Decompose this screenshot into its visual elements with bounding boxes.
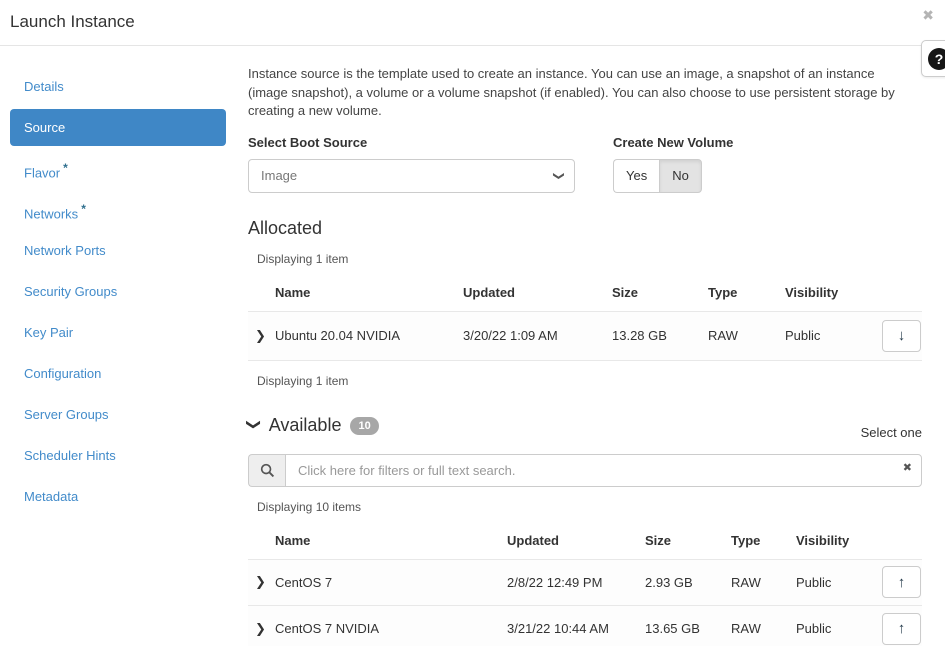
expand-chevron-icon[interactable]: ❯ — [248, 621, 275, 637]
image-visibility: Public — [796, 621, 870, 636]
image-name: Ubuntu 20.04 NVIDIA — [275, 328, 463, 343]
arrow-up-icon: ↑ — [898, 574, 906, 591]
page-title: Launch Instance — [10, 12, 135, 32]
allocated-count: Displaying 1 item — [257, 252, 922, 266]
sidebar-item-network-ports[interactable]: Network Ports — [0, 230, 240, 271]
image-updated: 2/8/22 12:49 PM — [507, 575, 645, 590]
allocate-button[interactable]: ↑ — [882, 613, 921, 645]
search-icon — [248, 454, 285, 487]
search-input[interactable] — [285, 454, 922, 487]
clear-search-icon[interactable]: ✖ — [903, 463, 912, 474]
image-size: 2.93 GB — [645, 575, 731, 590]
required-asterisk: * — [81, 202, 86, 216]
image-type: RAW — [731, 621, 796, 636]
help-icon: ? — [928, 48, 945, 70]
allocated-footer-count: Displaying 1 item — [257, 374, 922, 388]
col-type: Type — [708, 285, 785, 304]
image-name: CentOS 7 — [275, 575, 507, 590]
col-size: Size — [645, 533, 731, 552]
sidebar-item-flavor[interactable]: Flavor* — [0, 148, 240, 189]
source-step-panel: Instance source is the template used to … — [240, 46, 937, 646]
col-size: Size — [612, 285, 708, 304]
expand-chevron-icon[interactable]: ❯ — [248, 328, 275, 344]
table-header: Name Updated Size Type Visibility — [248, 278, 922, 311]
wizard-sidebar: Details Source Flavor* Networks* Network… — [0, 46, 240, 646]
source-description: Instance source is the template used to … — [248, 65, 908, 121]
select-one-hint: Select one — [861, 425, 922, 440]
boot-source-value: Image — [261, 168, 297, 183]
table-row: ❯ CentOS 7 2/8/22 12:49 PM 2.93 GB RAW P… — [248, 559, 922, 606]
boot-source-label: Select Boot Source — [248, 135, 575, 150]
col-type: Type — [731, 533, 796, 552]
col-visibility: Visibility — [785, 285, 870, 304]
table-header: Name Updated Size Type Visibility — [248, 526, 922, 559]
col-updated: Updated — [507, 533, 645, 552]
image-type: RAW — [731, 575, 796, 590]
available-count-badge: 10 — [350, 417, 378, 435]
sidebar-item-key-pair[interactable]: Key Pair — [0, 312, 240, 353]
create-volume-toggle: Yes No — [613, 159, 702, 193]
collapse-chevron-icon[interactable]: ❯ — [245, 418, 262, 430]
col-name: Name — [275, 533, 507, 552]
col-updated: Updated — [463, 285, 612, 304]
image-visibility: Public — [796, 575, 870, 590]
table-row: ❯ CentOS 7 NVIDIA 3/21/22 10:44 AM 13.65… — [248, 606, 922, 646]
deallocate-button[interactable]: ↓ — [882, 320, 921, 352]
allocated-table: Name Updated Size Type Visibility ❯ Ubun… — [248, 278, 922, 361]
available-table: Name Updated Size Type Visibility ❯ Cent… — [248, 526, 922, 646]
sidebar-item-configuration[interactable]: Configuration — [0, 353, 240, 394]
sidebar-item-source[interactable]: Source — [10, 109, 226, 146]
arrow-down-icon: ↓ — [898, 327, 906, 344]
sidebar-item-details[interactable]: Details — [0, 66, 240, 107]
expand-chevron-icon[interactable]: ❯ — [248, 574, 275, 590]
sidebar-item-metadata[interactable]: Metadata — [0, 476, 240, 517]
image-visibility: Public — [785, 328, 870, 343]
required-asterisk: * — [63, 161, 68, 175]
image-size: 13.28 GB — [612, 328, 708, 343]
sidebar-item-server-groups[interactable]: Server Groups — [0, 394, 240, 435]
volume-no-button[interactable]: No — [659, 159, 702, 193]
image-type: RAW — [708, 328, 785, 343]
col-name: Name — [275, 285, 463, 304]
image-updated: 3/20/22 1:09 AM — [463, 328, 612, 343]
close-icon[interactable]: ✖ — [922, 8, 934, 22]
chevron-down-icon: ❯ — [542, 171, 574, 180]
image-updated: 3/21/22 10:44 AM — [507, 621, 645, 636]
modal-header: Launch Instance ✖ — [0, 0, 945, 46]
filter-search-bar: ✖ — [248, 454, 922, 487]
create-volume-label: Create New Volume — [613, 135, 733, 150]
image-size: 13.65 GB — [645, 621, 731, 636]
col-visibility: Visibility — [796, 533, 870, 552]
available-heading: Available — [269, 415, 342, 436]
table-row: ❯ Ubuntu 20.04 NVIDIA 3/20/22 1:09 AM 13… — [248, 311, 922, 361]
allocated-heading: Allocated — [248, 218, 922, 239]
sidebar-item-networks[interactable]: Networks* — [0, 189, 240, 230]
image-name: CentOS 7 NVIDIA — [275, 621, 507, 636]
available-count: Displaying 10 items — [257, 500, 922, 514]
volume-yes-button[interactable]: Yes — [613, 159, 659, 193]
help-button[interactable]: ? — [921, 40, 945, 77]
boot-source-select[interactable]: Image ❯ — [248, 159, 575, 193]
sidebar-item-scheduler-hints[interactable]: Scheduler Hints — [0, 435, 240, 476]
arrow-up-icon: ↑ — [898, 620, 906, 637]
sidebar-item-security-groups[interactable]: Security Groups — [0, 271, 240, 312]
allocate-button[interactable]: ↑ — [882, 566, 921, 598]
